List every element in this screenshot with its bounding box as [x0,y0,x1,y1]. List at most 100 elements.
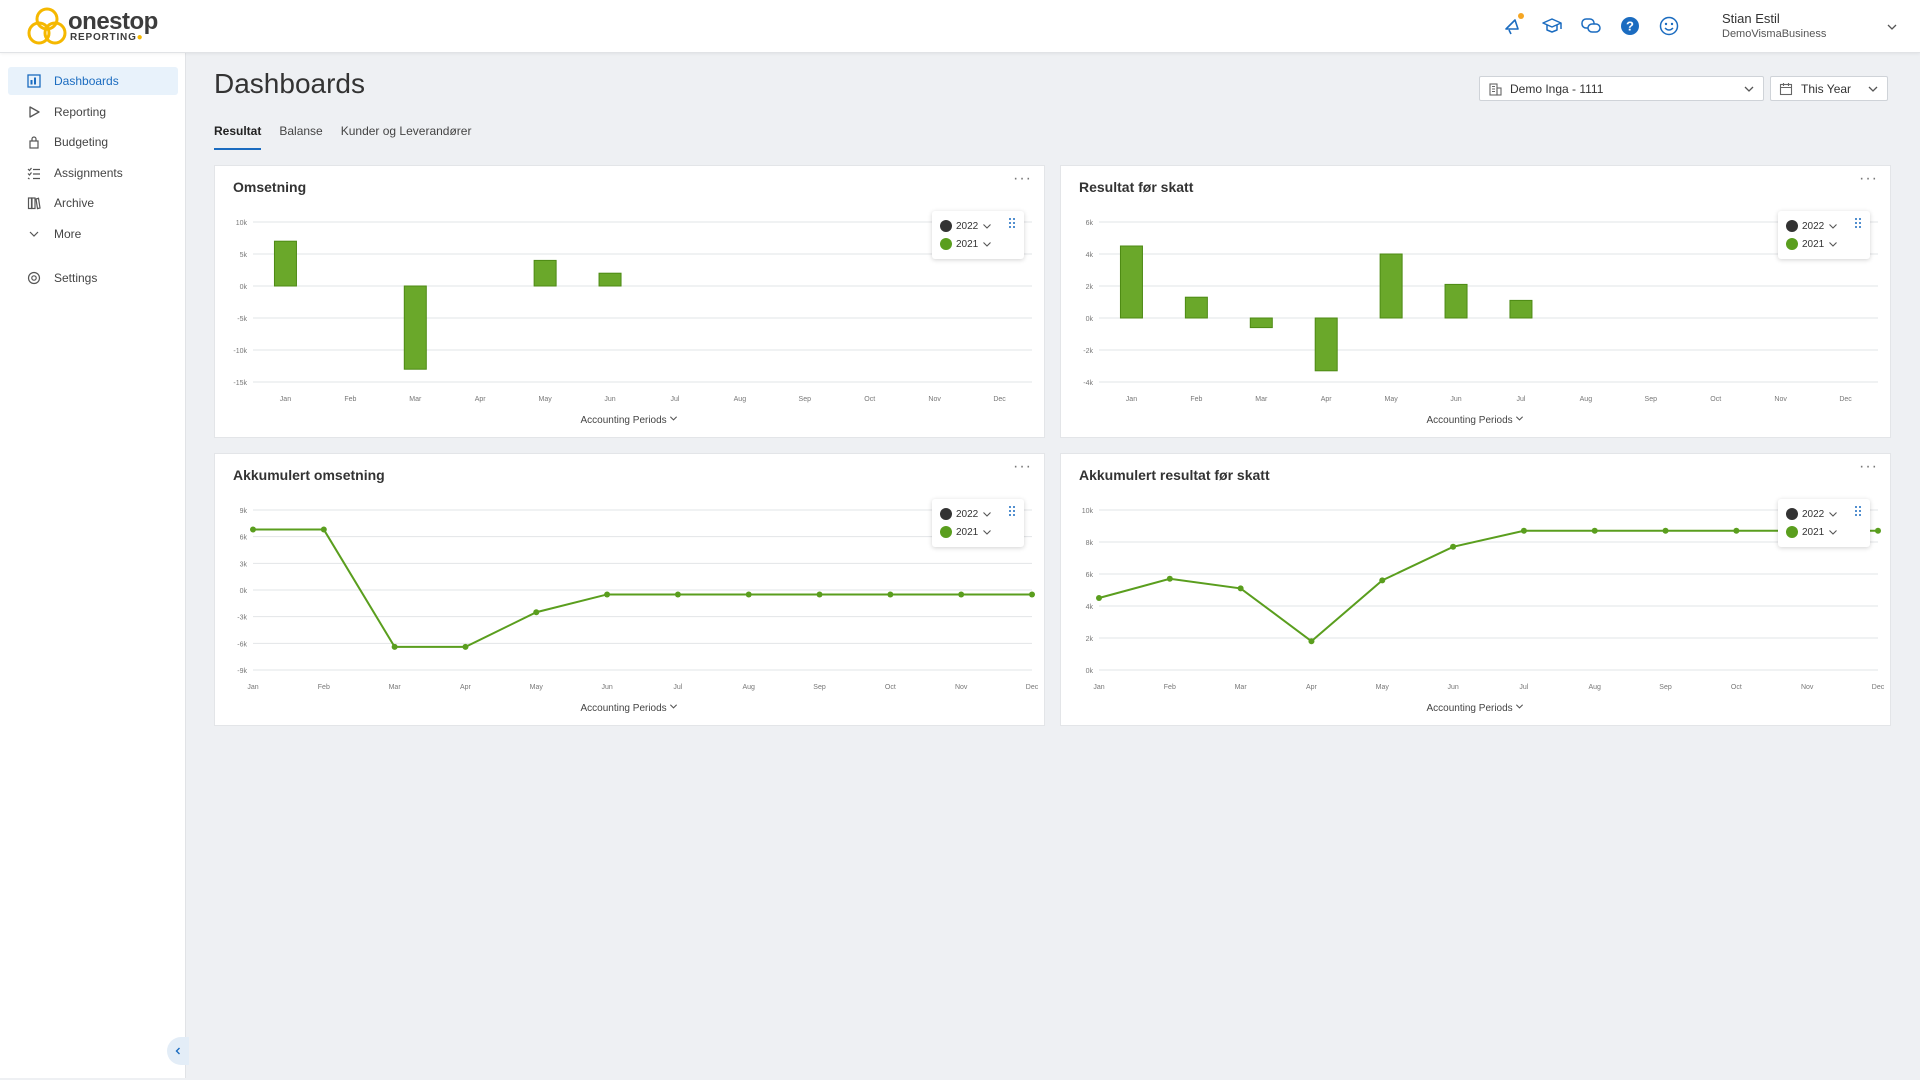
accounting-periods-dropdown[interactable]: Accounting Periods [1427,703,1525,714]
x-axis-title: Accounting Periods [1061,702,1890,714]
series-line-2021 [253,528,1032,648]
x-tick-label: Sep [799,396,812,403]
top-bar: onestop REPORTING● ? Stian Estil DemoVis… [0,0,1920,53]
drag-handle-icon[interactable] [1008,505,1016,517]
tab-balanse[interactable]: Balanse [279,124,322,150]
x-tick-label: Nov [955,684,968,691]
sidebar-item-dashboards[interactable]: Dashboards [8,67,178,95]
drag-handle-icon[interactable] [1854,505,1862,517]
y-tick-label: 6k [240,535,248,542]
collapse-sidebar-button[interactable] [167,1037,189,1065]
help-icon[interactable]: ? [1617,13,1643,39]
x-tick-label: Oct [885,684,896,691]
point-apr [1308,638,1315,645]
company-selector-value: Demo Inga - 1111 [1510,81,1604,96]
x-tick-label: Sep [1645,396,1658,403]
point-sep [1662,527,1669,534]
accounting-periods-dropdown[interactable]: Accounting Periods [581,703,679,714]
chart-plot: 9k 6k 3k 0k -3k -6k -9k Jan Feb Mar Apr May Jun Jul Au… [237,508,1038,691]
x-tick-label: Mar [1255,396,1268,403]
point-may [533,609,540,616]
x-tick-label: Apr [475,396,487,403]
graduation-cap-icon[interactable] [1539,13,1565,39]
point-feb [1166,575,1173,582]
x-tick-label: Nov [1801,684,1814,691]
legend-swatch [1786,238,1798,250]
point-jun [604,591,611,598]
legend-swatch [940,508,952,520]
point-aug [745,591,752,598]
y-tick-label: -6k [237,641,247,648]
smiley-icon[interactable] [1656,13,1682,39]
sidebar-item-reporting[interactable]: Reporting [8,98,178,126]
megaphone-icon[interactable] [1500,13,1526,39]
company-selector[interactable]: Demo Inga - 1111 [1479,76,1764,101]
y-tick-label: 2k [1086,636,1094,643]
x-tick-label: Mar [1235,684,1248,691]
legend-item-2022[interactable]: 2022 [940,506,992,522]
y-tick-label: 5k [240,252,248,259]
drag-handle-icon[interactable] [1008,217,1016,229]
chevron-down-icon [1868,86,1878,92]
logo-rings-icon [27,7,67,45]
legend-label: 2021 [1802,238,1825,250]
y-tick-label: -3k [237,615,247,622]
accounting-periods-dropdown[interactable]: Accounting Periods [581,415,679,426]
x-tick-label: Jul [1516,396,1525,403]
legend-item-2021[interactable]: 2021 [940,524,992,540]
period-selector[interactable]: This Year [1770,76,1888,101]
user-menu[interactable]: Stian Estil DemoVismaBusiness [1722,11,1826,40]
legend-item-2021[interactable]: 2021 [1786,236,1838,252]
point-apr [462,643,469,650]
y-tick-label: 4k [1086,604,1094,611]
logo-subtitle: REPORTING● [70,32,144,43]
y-tick-label: 6k [1086,220,1094,227]
x-tick-label: Aug [742,684,755,691]
chevron-down-icon [983,512,992,517]
bar-may [1379,253,1403,319]
x-tick-label: Mar [409,396,422,403]
sidebar-item-more[interactable]: More [8,220,178,248]
chat-icon[interactable] [1578,13,1604,39]
chevron-down-icon [26,226,42,242]
legend-item-2021[interactable]: 2021 [1786,524,1838,540]
legend-label: 2021 [956,238,979,250]
x-tick-label: Feb [1164,684,1176,691]
y-tick-label: 6k [1086,572,1094,579]
point-jul [674,591,681,598]
chevron-down-icon [1744,86,1754,92]
accounting-periods-dropdown[interactable]: Accounting Periods [1427,415,1525,426]
legend-item-2021[interactable]: 2021 [940,236,992,252]
chart-plot: 10k 5k 0k -5k -10k -15k Jan Feb Mar Apr May Jun Jul A… [233,220,1032,403]
building-icon [1489,82,1502,96]
legend-item-2022[interactable]: 2022 [1786,218,1838,234]
sidebar-nav: Dashboards Reporting Budgeting Assignmen… [8,67,178,295]
chart-card-akkumulert-resultat-for-skatt: Akkumulert resultat før skatt ··· 10k 8k 6… [1060,453,1891,726]
point-aug [1591,527,1598,534]
sidebar-item-label: Assignments [54,165,123,180]
legend-swatch [940,220,952,232]
chart-card-omsetning: Omsetning ··· 10k 5k 0k -5k -10k -15k Jan Feb Ma… [214,165,1045,438]
legend-item-2022[interactable]: 2022 [1786,506,1838,522]
series-line-2021 [1098,529,1878,643]
x-tick-label: Jun [601,684,612,691]
sidebar-item-budgeting[interactable]: Budgeting [8,128,178,156]
legend-item-2022[interactable]: 2022 [940,218,992,234]
notification-dot [1518,13,1524,19]
gear-icon [26,270,42,286]
y-tick-label: 0k [1086,316,1094,323]
tab-kunder-og-leverandorer[interactable]: Kunder og Leverandører [341,124,472,150]
sidebar-item-archive[interactable]: Archive [8,189,178,217]
sidebar-item-assignments[interactable]: Assignments [8,159,178,187]
sidebar: Dashboards Reporting Budgeting Assignmen… [0,53,186,1078]
sidebar-item-label: Dashboards [54,74,119,88]
onestop-logo[interactable]: onestop REPORTING● [26,6,158,48]
tab-resultat[interactable]: Resultat [214,124,262,150]
bar-jul [1509,299,1533,319]
legend-swatch [1786,220,1798,232]
sidebar-item-settings[interactable]: Settings [8,264,178,292]
chart-legend: 2022 2021 [1778,211,1870,259]
drag-handle-icon[interactable] [1854,217,1862,229]
x-tick-label: Jul [670,396,679,403]
chevron-down-icon[interactable] [1886,20,1898,38]
